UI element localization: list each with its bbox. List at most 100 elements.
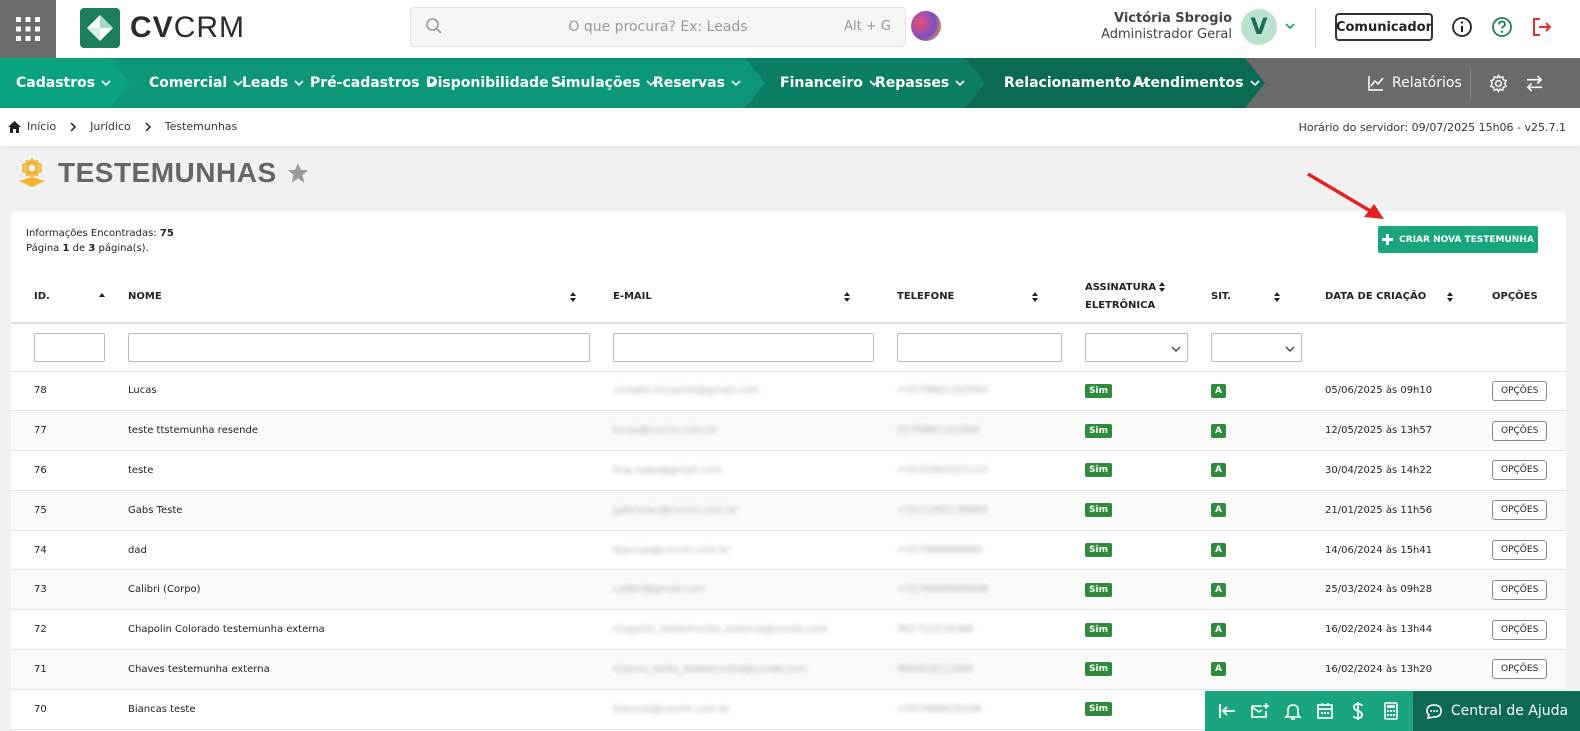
col-email[interactable]: E-MAIL <box>590 271 874 324</box>
nav-financeiro[interactable]: Financeiro <box>780 58 879 108</box>
global-search[interactable]: Alt + G <box>410 7 906 47</box>
nav-relacionamento[interactable]: Relacionamento <box>1004 58 1147 108</box>
cell-sit: A <box>1188 450 1302 491</box>
filter-assinatura-select[interactable] <box>1085 332 1188 362</box>
filter-row <box>11 323 1566 372</box>
table-row[interactable]: 75 Gabs Teste gabrielac@cvcrm.com.br +55… <box>11 490 1566 531</box>
user-info[interactable]: Victória Sbrogio Administrador Geral <box>1101 11 1232 43</box>
options-button[interactable]: OPÇÕES <box>1492 619 1548 640</box>
dollar-icon[interactable] <box>1348 701 1368 721</box>
table-row[interactable]: 71 Chaves testemunha externa chaves_test… <box>11 649 1566 690</box>
options-button[interactable]: OPÇÕES <box>1492 380 1548 401</box>
swap-arrows-icon[interactable] <box>1525 74 1544 93</box>
help-icon[interactable] <box>1491 16 1513 38</box>
filter-telefone-input[interactable] <box>897 332 1062 362</box>
calendar-icon[interactable] <box>1315 701 1335 721</box>
status-badge: Sim <box>1085 423 1112 438</box>
cell-data: 30/04/2025 às 14h22 <box>1302 450 1469 491</box>
options-button[interactable]: OPÇÕES <box>1492 659 1548 680</box>
nav-relatorios[interactable]: Relatórios <box>1368 58 1462 108</box>
cell-id: 73 <box>11 569 105 611</box>
cell-email: biancas@cvcrm.com.br <box>590 530 874 571</box>
nav-repasses[interactable]: Repasses <box>875 58 965 108</box>
status-badge: A <box>1211 383 1226 398</box>
calculator-icon[interactable] <box>1381 701 1401 721</box>
nav-disponibilidade[interactable]: Disponibilidade <box>426 58 565 108</box>
app-logo[interactable]: CVCRM <box>80 8 245 48</box>
cell-opcoes: OPÇÕES <box>1469 410 1566 452</box>
cell-sit: A <box>1188 609 1302 651</box>
filter-sit-select[interactable] <box>1211 332 1302 362</box>
nav-reservas[interactable]: Reservas <box>653 58 741 108</box>
cell-email: lucas@cvcrm.com.br <box>590 410 874 452</box>
results-summary: Informações Encontradas: 75 Página 1 de … <box>26 228 174 254</box>
search-input[interactable] <box>411 8 905 46</box>
app-menu-button[interactable] <box>0 0 56 58</box>
search-icon <box>426 18 442 34</box>
logout-icon[interactable] <box>1531 16 1553 38</box>
col-assinatura[interactable]: ASSINATURA ELETRÔNICA <box>1062 271 1188 324</box>
cell-telefone: 994424511849 <box>874 649 1062 690</box>
cell-nome: Calibri (Corpo) <box>105 569 590 611</box>
star-icon[interactable] <box>287 162 309 184</box>
table-row[interactable]: 72 Chapolin Colorado testemunha externa … <box>11 609 1566 651</box>
cell-telefone: 991722218366 <box>874 609 1062 651</box>
cell-sit: A <box>1188 490 1302 531</box>
filter-nome-input[interactable] <box>128 332 590 362</box>
comunicador-button[interactable]: Comunicador <box>1335 13 1433 41</box>
options-button[interactable]: OPÇÕES <box>1492 540 1548 561</box>
status-badge: A <box>1211 622 1226 637</box>
table-row[interactable]: 76 teste ltna.xxbe@gmail.com +5532992021… <box>11 450 1566 491</box>
options-button[interactable]: OPÇÕES <box>1492 500 1548 521</box>
table-row[interactable]: 77 teste ttstemunha resende lucas@cvcrm.… <box>11 410 1566 452</box>
sort-icon <box>1159 282 1165 292</box>
cell-sit: A <box>1188 649 1302 690</box>
col-nome[interactable]: NOME <box>105 271 590 324</box>
chevron-down-icon[interactable] <box>1284 20 1296 32</box>
col-sit[interactable]: SIT. <box>1188 271 1302 324</box>
collapse-left-icon[interactable] <box>1217 701 1237 721</box>
filter-email-input[interactable] <box>613 332 874 362</box>
table-row[interactable]: 74 dad biancas@cvcrm.com.br +55799999999… <box>11 530 1566 571</box>
options-button[interactable]: OPÇÕES <box>1492 460 1548 481</box>
new-message-icon[interactable] <box>1250 701 1270 721</box>
info-icon[interactable] <box>1451 16 1473 38</box>
col-data[interactable]: DATA DE CRIAÇÃO <box>1302 271 1469 324</box>
help-center-button[interactable]: Central de Ajuda <box>1413 691 1580 731</box>
chevron-down-icon <box>1171 346 1181 352</box>
page-header: TESTEMUNHAS <box>16 157 309 189</box>
col-telefone[interactable]: TELEFONE <box>874 271 1062 324</box>
theme-orb-icon[interactable] <box>911 11 941 41</box>
cell-email: gabrielac@cvcrm.com.br <box>590 490 874 531</box>
options-button[interactable]: OPÇÕES <box>1492 420 1548 441</box>
nav-pre-cadastros[interactable]: Pré-cadastros <box>310 58 436 108</box>
cell-nome: Biancas teste <box>105 689 590 730</box>
cell-opcoes: OPÇÕES <box>1469 649 1566 690</box>
cell-telefone: +5579981162994 <box>874 371 1062 412</box>
cell-opcoes: OPÇÕES <box>1469 609 1566 651</box>
nav-atendimentos[interactable]: Atendimentos <box>1133 58 1260 108</box>
nav-cadastros[interactable]: Cadastros <box>16 58 111 108</box>
table-row[interactable]: 73 Calibri (Corpo) calibri@gmail.com +55… <box>11 569 1566 611</box>
cell-sit: A <box>1188 569 1302 611</box>
breadcrumb-item-juridico[interactable]: Jurídico <box>90 120 131 133</box>
cell-data: 16/02/2024 às 13h44 <box>1302 609 1469 651</box>
breadcrumb-item-inicio[interactable]: Início <box>27 120 56 133</box>
create-testemunha-button[interactable]: CRIAR NOVA TESTEMUNHA <box>1378 226 1538 253</box>
avatar[interactable]: V <box>1241 9 1277 45</box>
nav-comercial[interactable]: Comercial <box>149 58 243 108</box>
table-row[interactable]: 78 Lucas contato.lucasnet@gmail.com +557… <box>11 371 1566 412</box>
user-role: Administrador Geral <box>1101 27 1232 42</box>
cell-nome: dad <box>105 530 590 571</box>
options-button[interactable]: OPÇÕES <box>1492 579 1548 600</box>
status-badge: A <box>1211 662 1226 677</box>
nav-leads[interactable]: Leads <box>242 58 304 108</box>
bell-icon[interactable] <box>1283 701 1303 721</box>
col-id[interactable]: ID. <box>11 271 105 324</box>
gear-icon[interactable] <box>1489 74 1508 93</box>
chevron-right-icon <box>145 121 151 132</box>
status-badge: Sim <box>1085 383 1112 398</box>
nav-simulacoes[interactable]: Simulações <box>551 58 657 108</box>
cell-email: calibri@gmail.com <box>590 569 874 611</box>
filter-id-input[interactable] <box>34 332 105 362</box>
